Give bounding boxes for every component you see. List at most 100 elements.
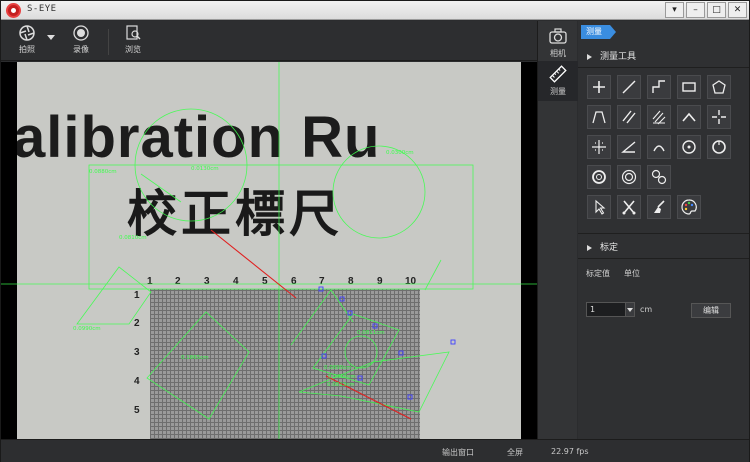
- measure-label: 0.0810cm: [119, 235, 147, 241]
- window-title: S-EYE: [27, 4, 57, 14]
- measure-label: 0.0811cm: [357, 330, 385, 336]
- circle-points-icon: [712, 140, 726, 154]
- fps-readout: 22.97 fps: [551, 447, 589, 456]
- close-button[interactable]: ✕: [728, 2, 747, 18]
- tab-camera-label: 相机: [550, 49, 566, 58]
- measurement-overlay[interactable]: 0.0130cm 0.0880cm 0.0810cm 0.0300cm 0.09…: [1, 62, 537, 439]
- calibration-section-title: 标定: [600, 243, 619, 253]
- minimize-button[interactable]: –: [686, 2, 705, 18]
- tool-parallel[interactable]: [617, 105, 641, 129]
- grid-points-icon: [592, 140, 606, 154]
- divider: [578, 67, 749, 68]
- panel-active-tab[interactable]: 测量: [581, 25, 616, 39]
- tool-polyline[interactable]: [647, 75, 671, 99]
- tool-concentric[interactable]: [617, 165, 641, 189]
- maximize-button[interactable]: □: [707, 2, 726, 18]
- tool-polygon[interactable]: [707, 75, 731, 99]
- arc-icon: [653, 145, 665, 152]
- output-window-button[interactable]: 输出窗口: [442, 447, 474, 458]
- measure-label: 0.0813cm: [327, 382, 355, 388]
- side-tab-strip: 相机 测量: [537, 21, 578, 439]
- fullscreen-button[interactable]: 全屏: [507, 447, 523, 458]
- status-bar: 输出窗口 全屏 22.97 fps: [1, 439, 749, 462]
- expand-icon: [587, 245, 592, 251]
- edit-calibration-button[interactable]: 编辑: [691, 303, 731, 318]
- trapezoid-icon: [592, 111, 606, 124]
- cal-value-label: 标定值: [586, 269, 610, 278]
- polyline-icon: [652, 80, 665, 93]
- two-circles-icon: [651, 169, 667, 185]
- divider: [578, 233, 749, 234]
- toolbar-divider: [108, 29, 109, 55]
- multi-line-icon: [652, 110, 666, 125]
- cal-value-select[interactable]: 1: [586, 302, 626, 317]
- chevron-down-icon[interactable]: [625, 302, 635, 317]
- expand-icon: [587, 54, 592, 60]
- tab-measure[interactable]: 测量: [538, 61, 578, 101]
- tools-section-title: 测量工具: [600, 52, 637, 62]
- measure-label: 0.0300cm: [386, 150, 414, 156]
- palette-icon: [681, 199, 697, 215]
- tool-circle-fit[interactable]: [587, 165, 611, 189]
- tool-grid-points[interactable]: [587, 135, 611, 159]
- aperture-icon: [19, 25, 35, 41]
- measure-label: 0.1865cm: [181, 355, 209, 361]
- tool-circle-center[interactable]: [677, 135, 701, 159]
- tool-select[interactable]: [587, 195, 611, 219]
- app-logo-icon: [6, 3, 21, 18]
- menu-dropdown-button[interactable]: ▾: [665, 2, 684, 18]
- tool-cross[interactable]: [707, 105, 731, 129]
- title-bar: S-EYE ▾ – □ ✕: [1, 1, 749, 20]
- capture-button[interactable]: 拍照: [7, 25, 47, 59]
- tool-trapezoid[interactable]: [587, 105, 611, 129]
- tab-measure-label: 测量: [550, 87, 566, 96]
- tool-point[interactable]: [587, 75, 611, 99]
- calibration-section-header[interactable]: 标定: [578, 239, 749, 257]
- measure-label: 0.0880cm: [89, 169, 117, 175]
- angle-icon: [621, 141, 636, 153]
- cal-unit-value: cm: [640, 305, 653, 314]
- broom-icon: [654, 200, 665, 213]
- camera-icon: [549, 28, 567, 44]
- measure-label: 0.0316cm: [328, 374, 356, 380]
- circle-fit-icon: [592, 170, 606, 184]
- tool-angle-caret[interactable]: [677, 105, 701, 129]
- scissors-icon: [622, 200, 636, 215]
- tool-circle-three-point[interactable]: [707, 135, 731, 159]
- tab-camera[interactable]: 相机: [538, 23, 578, 63]
- record-icon: [73, 25, 89, 41]
- browse-button[interactable]: 浏览: [113, 25, 153, 59]
- measure-label: 0.0130cm: [191, 166, 219, 172]
- rectangle-icon: [682, 82, 696, 92]
- tool-two-circle[interactable]: [647, 165, 671, 189]
- line-icon: [622, 80, 636, 94]
- concentric-circles-icon: [621, 169, 637, 185]
- tool-rectangle[interactable]: [677, 75, 701, 99]
- record-button[interactable]: 录像: [61, 25, 101, 59]
- measure-panel: 测量 测量工具 标定 标定值 单位 1 cm 编辑: [578, 21, 749, 439]
- tool-color[interactable]: [677, 195, 701, 219]
- tool-multi-parallel[interactable]: [647, 105, 671, 129]
- tool-delete[interactable]: [617, 195, 641, 219]
- camera-viewer[interactable]: alibration Ru 校正標尺 1 2 3 4 5 6 7 8 9 10 …: [1, 62, 537, 439]
- tool-angle[interactable]: [617, 135, 641, 159]
- capture-dropdown-icon[interactable]: [47, 35, 55, 40]
- crosshair-icon: [593, 81, 605, 93]
- cross-gap-icon: [712, 110, 726, 124]
- cal-unit-label: 单位: [624, 269, 640, 278]
- tool-arc[interactable]: [647, 135, 671, 159]
- app-window: S-EYE ▾ – □ ✕ 拍照 录像 浏览 alibration Ru 校正標…: [0, 0, 750, 462]
- browse-label: 浏览: [125, 45, 141, 54]
- tools-section-header[interactable]: 测量工具: [578, 48, 749, 66]
- tool-clear[interactable]: [647, 195, 671, 219]
- select-cursor-icon: [595, 199, 606, 215]
- ruler-icon: [549, 65, 567, 83]
- parallel-lines-icon: [622, 110, 636, 124]
- tool-line[interactable]: [617, 75, 641, 99]
- browse-icon: [126, 25, 141, 40]
- main-toolbar: 拍照 录像 浏览: [1, 21, 537, 61]
- caret-icon: [682, 112, 696, 122]
- measure-label: 0.0990cm: [73, 326, 101, 332]
- polygon-icon: [712, 80, 726, 94]
- measure-label: 0.0890cm: [324, 365, 352, 371]
